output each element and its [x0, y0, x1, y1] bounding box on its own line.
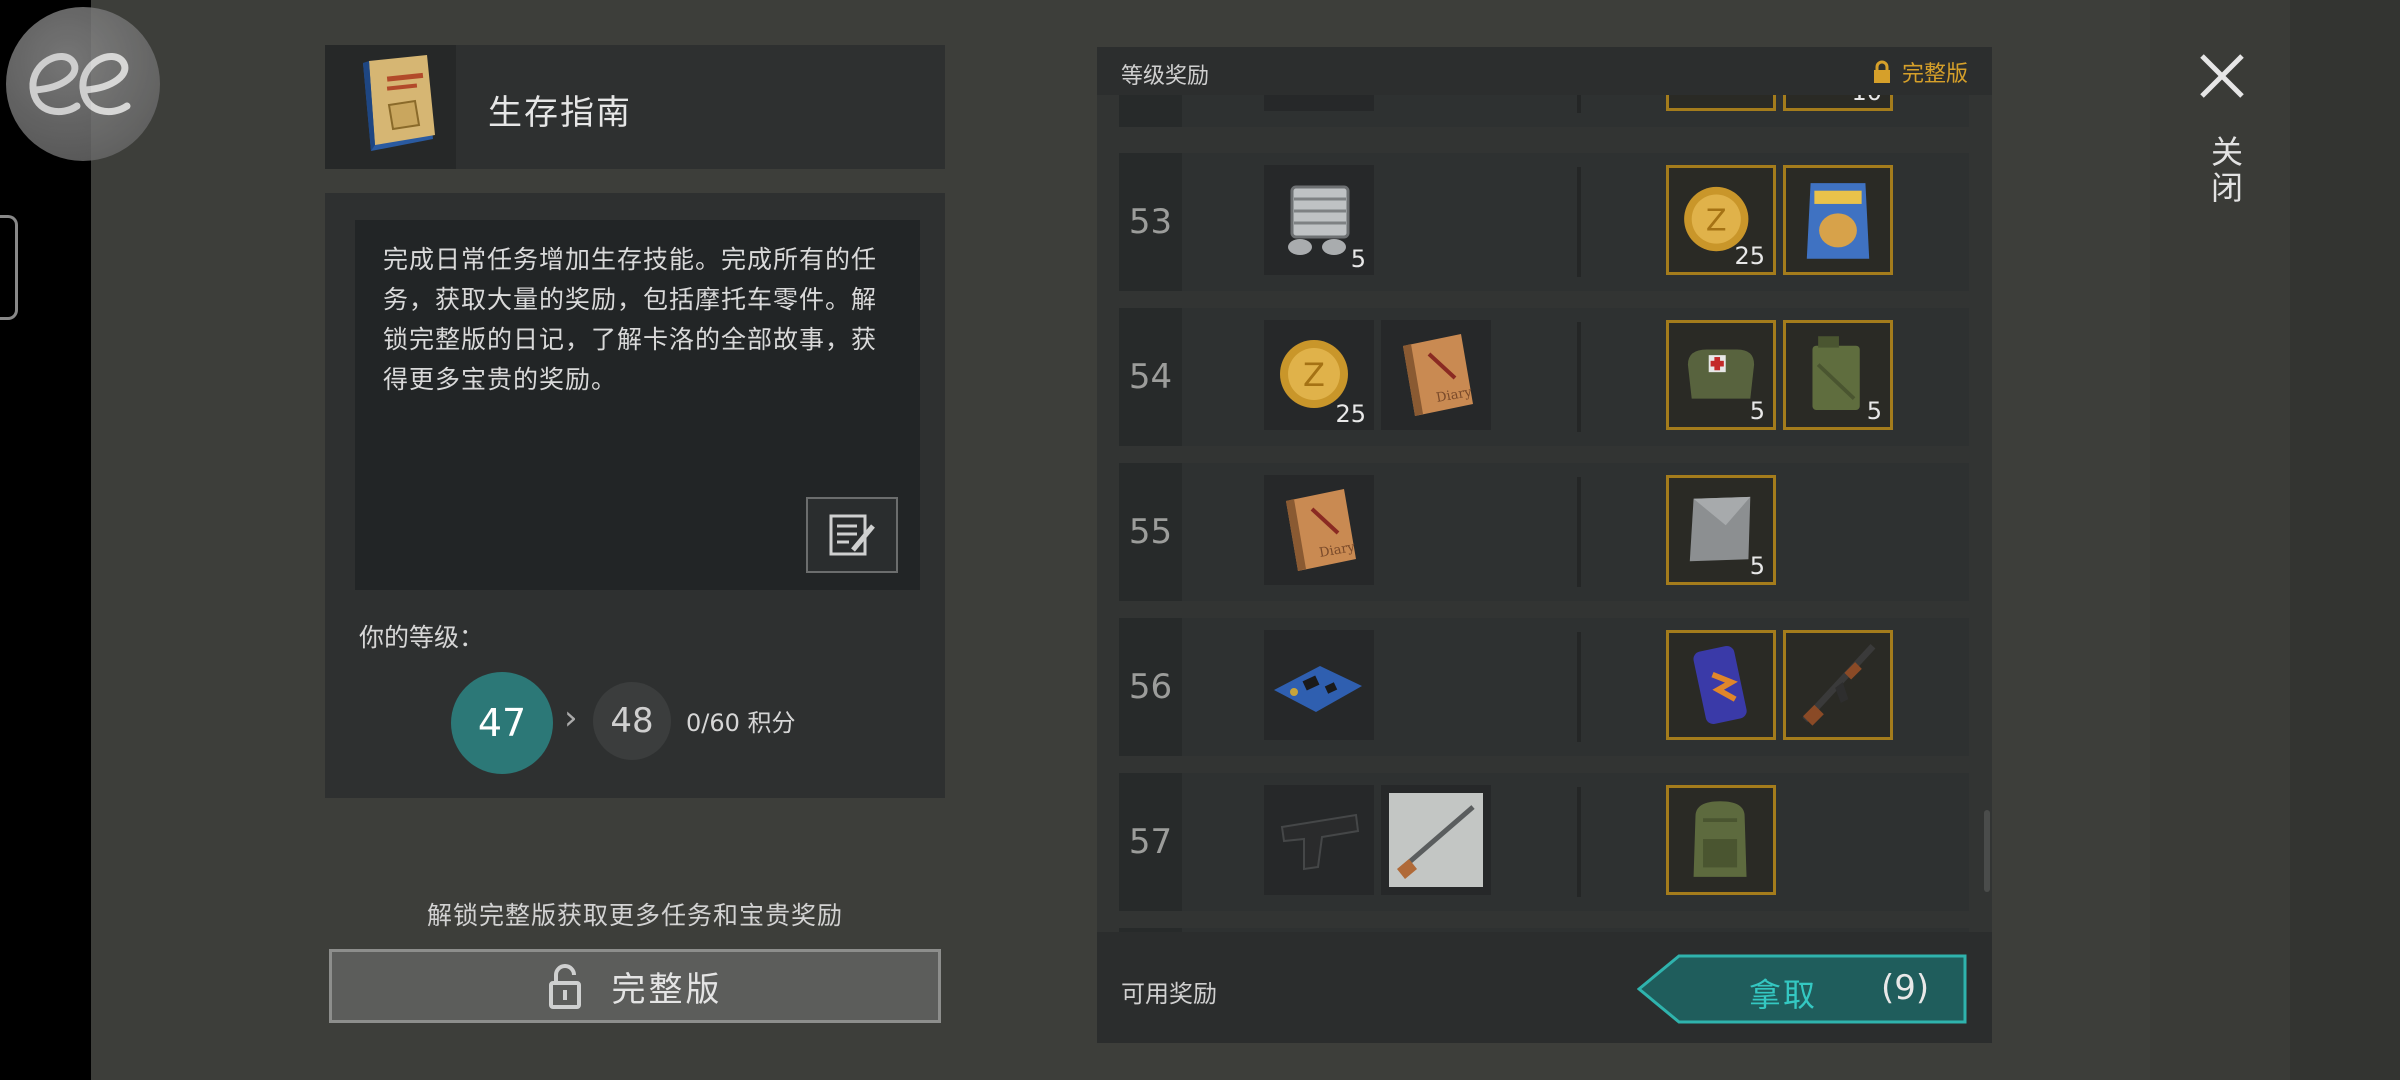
diary-book-icon[interactable]: Diary	[1381, 320, 1491, 430]
level-points: 0/60 积分	[686, 709, 796, 737]
first-aid-bag-icon[interactable]: 5	[1666, 320, 1776, 430]
rifle-blueprint-icon[interactable]	[1381, 785, 1491, 895]
close-icon[interactable]	[2196, 50, 2248, 102]
level-label: 你的等级：	[359, 623, 485, 652]
diary-book-icon[interactable]: Diary	[1264, 475, 1374, 585]
reward-slot[interactable]	[1264, 95, 1374, 111]
energy-drink-can-icon[interactable]	[1666, 630, 1776, 740]
row-level-number: 56	[1128, 667, 1173, 707]
game-screen: 生存指南 完成日常任务增加生存技能。完成所有的任务，获取大量的奖励，包括摩托车零…	[0, 0, 2400, 1080]
premium-full-version-label: 完整版	[1901, 62, 1968, 87]
guide-body: 完成日常任务增加生存技能。完成所有的任务，获取大量的奖励，包括摩托车零件。解锁完…	[325, 193, 945, 798]
reward-quantity: 5	[1749, 552, 1765, 580]
reward-row-54: 54 Z 25 Diary 5 5	[1119, 308, 1969, 446]
claim-button[interactable]: 拿取 (9)	[1637, 954, 1967, 1024]
svg-text:Z: Z	[1303, 356, 1325, 394]
pistol-icon[interactable]	[1264, 785, 1374, 895]
guide-title: 生存指南	[488, 93, 632, 133]
rewards-header: 等级奖励 完整版	[1097, 47, 1992, 95]
row-level-number: 53	[1128, 202, 1173, 242]
premium-reward-slot[interactable]	[1666, 95, 1776, 111]
metal-sheet-icon[interactable]: 5	[1666, 475, 1776, 585]
backpack-icon[interactable]	[1666, 785, 1776, 895]
full-version-button[interactable]: 完整版	[329, 949, 941, 1023]
rewards-footer: 可用奖励 拿取 (9)	[1097, 932, 1992, 1043]
claim-label: 拿取	[1749, 976, 1818, 1014]
reward-row-55: 55 Diary 5	[1119, 463, 1969, 601]
reward-row-57: 57	[1119, 773, 1969, 911]
ee-overlay-logo[interactable]	[6, 7, 160, 161]
row-level-number: 57	[1128, 822, 1173, 862]
rewards-title: 等级奖励	[1121, 64, 1210, 89]
right-edge	[2290, 0, 2400, 1080]
guide-book-icon	[325, 45, 456, 169]
row-level-number: 55	[1128, 512, 1173, 552]
circuit-board-icon[interactable]	[1264, 630, 1374, 740]
rewards-list[interactable]: 10 53 5	[1119, 95, 1969, 980]
premium-reward-slot[interactable]: 10	[1783, 95, 1893, 111]
reward-row-53: 53 5 Z 25	[1119, 153, 1969, 291]
svg-text:Z: Z	[1706, 203, 1727, 238]
claim-count: (9)	[1881, 968, 1930, 1008]
lock-icon	[1873, 60, 1890, 83]
engine-cylinder-icon[interactable]: 5	[1264, 165, 1374, 275]
reward-row-56: 56	[1119, 618, 1969, 756]
notes-button[interactable]	[806, 497, 898, 573]
premium-full-version-tag[interactable]: 完整版	[1872, 56, 1968, 88]
jerrycan-icon[interactable]: 5	[1783, 320, 1893, 430]
coin-icon[interactable]: Z 25	[1666, 165, 1776, 275]
reward-quantity: 5	[1350, 245, 1366, 273]
rewards-scrollbar[interactable]	[1984, 810, 1990, 892]
reward-quantity: 10	[1851, 95, 1882, 106]
reward-row: 10	[1119, 95, 1969, 127]
assault-rifle-icon[interactable]	[1783, 630, 1893, 740]
guide-description: 完成日常任务增加生存技能。完成所有的任务，获取大量的奖励，包括摩托车零件。解锁完…	[383, 245, 878, 394]
dog-food-bag-icon[interactable]	[1783, 165, 1893, 275]
reward-quantity: 25	[1734, 242, 1765, 270]
next-level-badge: 48	[593, 682, 671, 760]
current-level-badge: 47	[451, 672, 553, 774]
unlock-hint: 解锁完整版获取更多任务和宝贵奖励	[426, 901, 843, 930]
reward-quantity: 25	[1335, 400, 1366, 428]
reward-quantity: 5	[1866, 397, 1882, 425]
notes-edit-icon	[829, 514, 875, 556]
level-rewards-panel: 等级奖励 完整版 10	[1097, 47, 1992, 1043]
row-level-number: 54	[1128, 357, 1173, 397]
close-label[interactable]: 关闭	[2202, 135, 2248, 207]
guide-header: 生存指南	[325, 45, 945, 169]
side-handle[interactable]	[0, 215, 18, 320]
coin-icon[interactable]: Z 25	[1264, 320, 1374, 430]
chevron-right-icon: ›	[564, 698, 578, 738]
unlock-icon	[548, 964, 581, 1009]
description-box: 完成日常任务增加生存技能。完成所有的任务，获取大量的奖励，包括摩托车零件。解锁完…	[355, 220, 920, 590]
reward-quantity: 5	[1749, 397, 1765, 425]
full-version-label: 完整版	[611, 969, 723, 1010]
available-rewards-label: 可用奖励	[1121, 980, 1217, 1008]
